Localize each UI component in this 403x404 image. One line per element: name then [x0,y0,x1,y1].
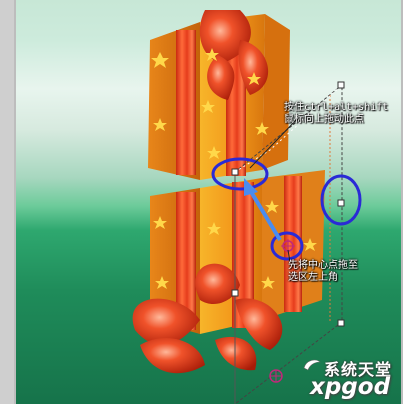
instruction-note-bottom: 先将中心点拖至 选区左上角 [288,260,358,284]
site-watermark: 系统天堂 xpgod [296,350,403,404]
handle-left-middle[interactable] [231,289,239,297]
editor-root: 按住ctrl+alt+shift 鼠标向上拖动此点 先将中心点拖至 选区左上角 … [0,0,403,404]
handle-bottom-right[interactable] [337,319,345,327]
artwork [132,10,362,404]
note-bottom-line2: 选区左上角 [288,272,338,283]
handle-top-left[interactable] [231,168,239,176]
watermark-bottom-text: xpgod [310,374,391,400]
gift-box-top [148,10,290,180]
reference-crosshair-icon [269,369,283,383]
instruction-note-top: 按住ctrl+alt+shift 鼠标向上拖动此点 [284,102,388,126]
handle-top-right[interactable] [337,81,345,89]
handle-right-middle[interactable] [337,199,345,207]
note-bottom-line1: 先将中心点拖至 [288,260,358,271]
document-canvas[interactable]: 按住ctrl+alt+shift 鼠标向上拖动此点 先将中心点拖至 选区左上角 [16,0,401,404]
workspace-margin [0,0,14,404]
watermark-logo-icon [303,359,321,371]
note-top-line1: 按住ctrl+alt+shift [284,102,389,113]
note-top-line2: 鼠标向上拖动此点 [284,114,364,125]
